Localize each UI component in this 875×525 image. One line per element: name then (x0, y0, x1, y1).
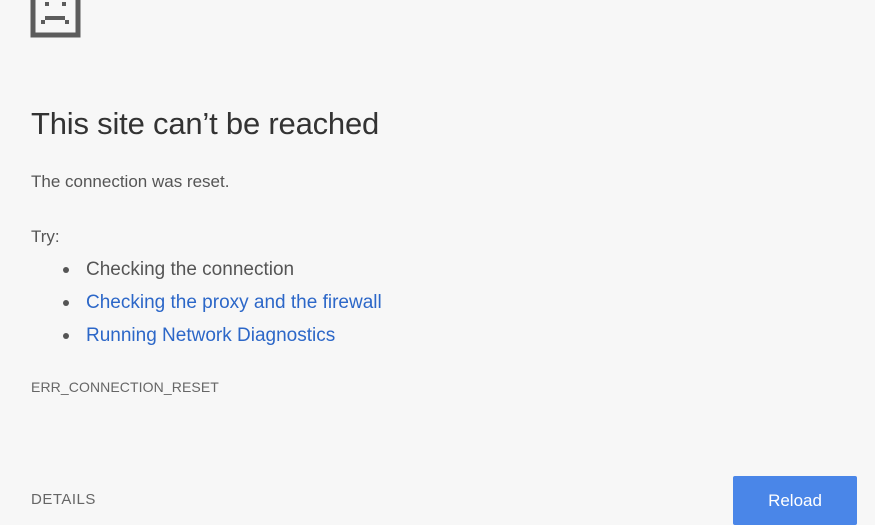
suggestion-proxy-firewall-link[interactable]: Checking the proxy and the firewall (86, 292, 382, 313)
sad-page-icon (30, 0, 81, 38)
try-label: Try: (31, 227, 60, 246)
bullet-icon (63, 333, 69, 339)
suggestion-item: Checking the proxy and the firewall (59, 290, 382, 323)
error-message: The connection was reset. (31, 172, 230, 191)
suggestion-network-diagnostics-link[interactable]: Running Network Diagnostics (86, 325, 335, 346)
suggestions-list: Checking the connection Checking the pro… (59, 257, 382, 356)
suggestion-item: Running Network Diagnostics (59, 323, 382, 356)
details-button[interactable]: DETAILS (31, 491, 96, 508)
suggestion-item: Checking the connection (59, 257, 382, 290)
suggestion-check-connection: Checking the connection (86, 259, 295, 280)
bullet-icon (63, 300, 69, 306)
reload-button[interactable]: Reload (733, 476, 857, 525)
bullet-icon (63, 267, 69, 273)
error-code: ERR_CONNECTION_RESET (31, 379, 219, 395)
page-title: This site can’t be reached (31, 106, 380, 141)
